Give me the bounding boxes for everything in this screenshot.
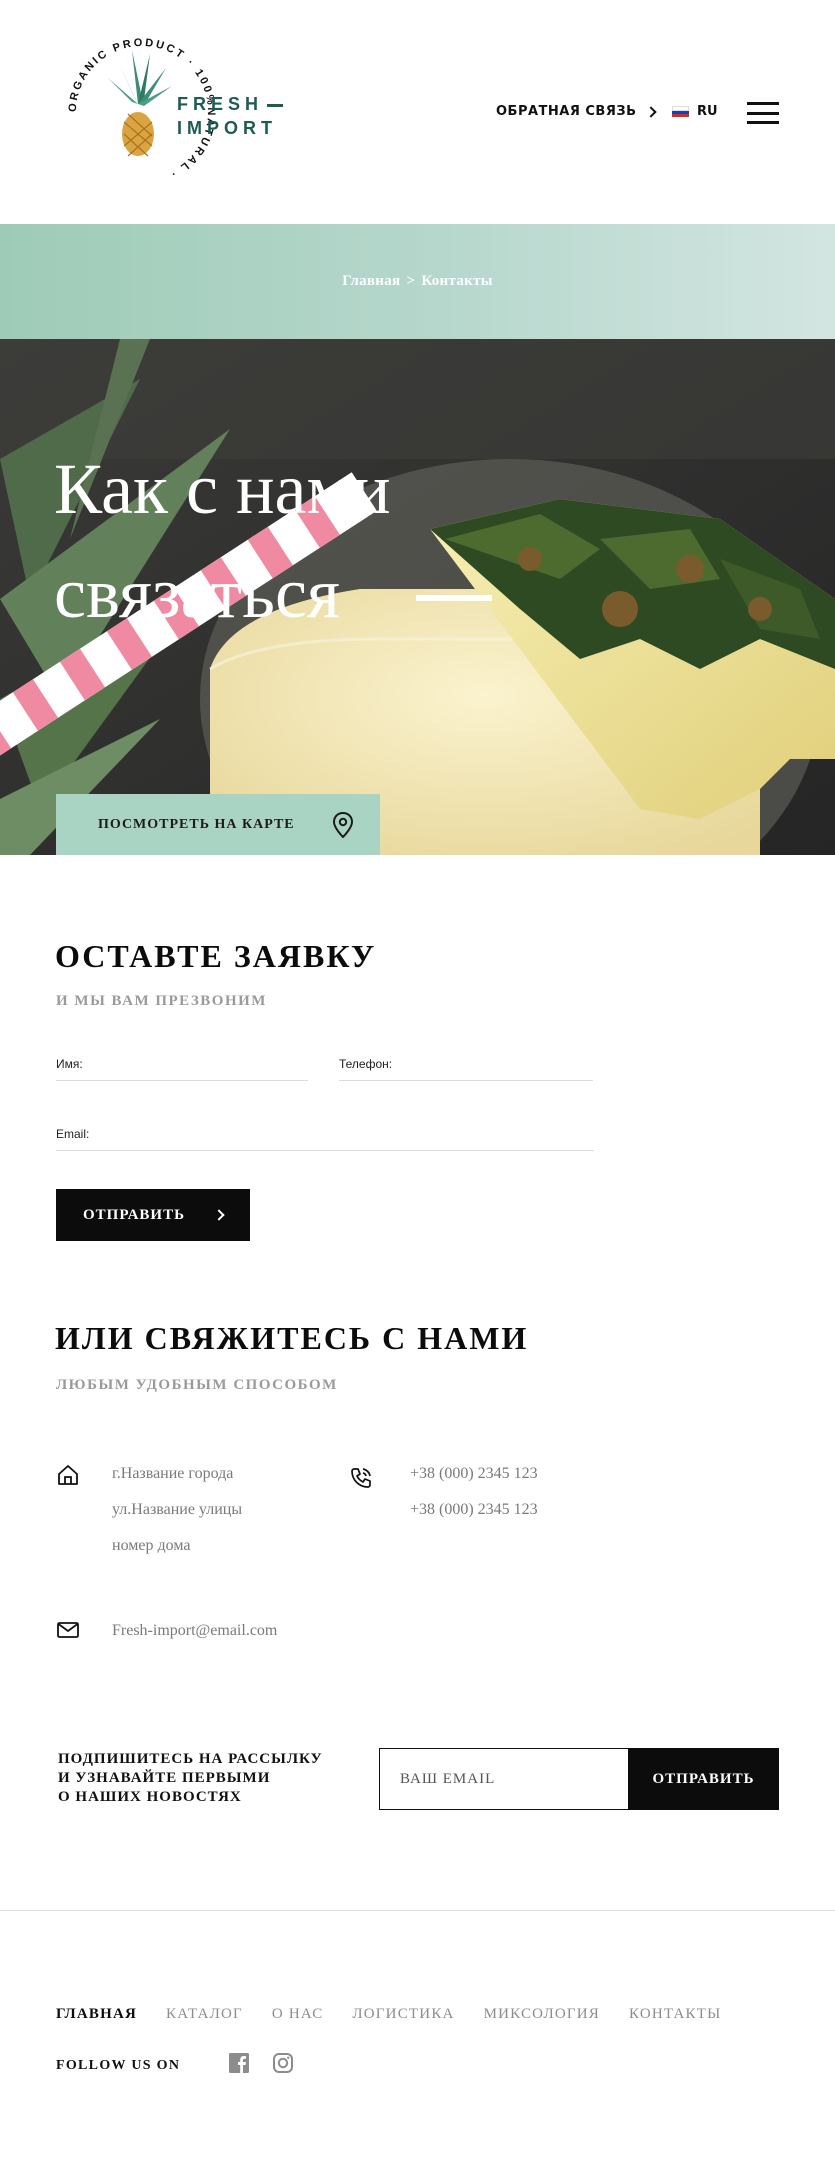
footer-nav-contacts[interactable]: КОНТАКТЫ xyxy=(629,2006,721,2023)
instagram-icon[interactable] xyxy=(272,2052,294,2074)
name-label: Имя: xyxy=(56,1057,83,1071)
form-heading: ОСТАВТЕ ЗАЯВКУ xyxy=(55,938,377,974)
contact-email[interactable]: Fresh-import@email.com xyxy=(112,1613,277,1649)
email-input[interactable] xyxy=(126,1125,594,1149)
subscribe-text: ПОДПИШИТЕСЬ НА РАССЫЛКУ И УЗНАВАЙТЕ ПЕРВ… xyxy=(58,1751,323,1805)
contacts-heading: ИЛИ СВЯЖИТЕСЬ С НАМИ xyxy=(55,1320,529,1356)
language-label: RU xyxy=(697,104,718,119)
phone-number[interactable]: +38 (000) 2345 123 xyxy=(410,1492,538,1528)
russia-flag-icon xyxy=(672,106,689,117)
facebook-icon[interactable] xyxy=(228,2052,250,2074)
chevron-right-icon xyxy=(644,105,657,118)
breadcrumb-home[interactable]: Главная xyxy=(342,273,400,290)
hero-banner: Как с нами связаться ПОСМОТРЕТЬ НА КАРТЕ xyxy=(0,339,835,855)
breadcrumb: Главная > Контакты xyxy=(342,273,493,290)
name-input[interactable] xyxy=(126,1055,308,1079)
language-switcher[interactable]: RU xyxy=(672,104,718,119)
breadcrumb-separator: > xyxy=(406,273,416,289)
footer-nav: ГЛАВНАЯ КАТАЛОГ О НАС ЛОГИСТИКА МИКСОЛОГ… xyxy=(56,2006,721,2023)
phone-field[interactable]: Телефон: xyxy=(339,1055,593,1081)
address-city: г.Название города xyxy=(112,1465,234,1482)
hero-title: Как с нами связаться xyxy=(54,449,391,633)
hero-title-dash xyxy=(416,595,492,601)
subscribe-button[interactable]: ОТПРАВИТЬ xyxy=(628,1748,779,1810)
email-label: Email: xyxy=(56,1127,90,1141)
logo[interactable]: ORGANIC PRODUCT · 100%NATURAL · FRESH IM… xyxy=(52,22,302,202)
footer-nav-mixology[interactable]: МИКСОЛОГИЯ xyxy=(484,2006,600,2023)
logo-wordmark: FRESH IMPORT xyxy=(177,92,284,140)
phone-input[interactable] xyxy=(409,1055,593,1079)
menu-icon[interactable] xyxy=(747,102,779,124)
feedback-link[interactable]: ОБРАТНАЯ СВЯЗЬ xyxy=(496,104,657,119)
subscribe-email-input[interactable] xyxy=(380,1749,629,1809)
view-on-map-label: ПОСМОТРЕТЬ НА КАРТЕ xyxy=(98,816,295,832)
subscribe-email-field[interactable] xyxy=(379,1748,629,1810)
follow-us-label: FOLLOW US ON xyxy=(56,2058,181,2073)
chevron-right-icon xyxy=(213,1209,225,1221)
phone-label: Телефон: xyxy=(339,1057,393,1071)
footer-nav-logistics[interactable]: ЛОГИСТИКА xyxy=(352,2006,454,2023)
footer-nav-home[interactable]: ГЛАВНАЯ xyxy=(56,2006,137,2023)
feedback-label: ОБРАТНАЯ СВЯЗЬ xyxy=(496,104,637,119)
phone-icon xyxy=(351,1468,371,1488)
submit-button[interactable]: ОТПРАВИТЬ xyxy=(56,1189,250,1241)
footer-nav-catalog[interactable]: КАТАЛОГ xyxy=(166,2006,243,2023)
name-field[interactable]: Имя: xyxy=(56,1055,308,1081)
site-header: ORGANIC PRODUCT · 100%NATURAL · FRESH IM… xyxy=(0,0,835,224)
map-pin-icon xyxy=(332,811,354,838)
address-street: ул.Название улицы xyxy=(112,1501,243,1518)
home-icon xyxy=(58,1465,78,1485)
view-on-map-button[interactable]: ПОСМОТРЕТЬ НА КАРТЕ xyxy=(56,794,380,855)
breadcrumb-band: Главная > Контакты xyxy=(0,224,835,339)
mail-icon xyxy=(57,1622,79,1638)
phones: +38 (000) 2345 123 +38 (000) 2345 123 xyxy=(410,1456,538,1528)
footer-nav-about[interactable]: О НАС xyxy=(272,2006,324,2023)
form-subheading: И МЫ ВАМ ПРЕЗВОНИМ xyxy=(56,993,267,1009)
footer-divider xyxy=(0,1910,835,1911)
address: г.Название города ул.Название улицы номе… xyxy=(112,1456,242,1564)
submit-label: ОТПРАВИТЬ xyxy=(82,1206,185,1223)
contacts-subheading: ЛЮБЫМ УДОБНЫМ СПОСОБОМ xyxy=(56,1377,338,1393)
phone-number[interactable]: +38 (000) 2345 123 xyxy=(410,1456,538,1492)
address-house: номер дома xyxy=(112,1537,191,1554)
email-field[interactable]: Email: xyxy=(56,1125,594,1151)
breadcrumb-current: Контакты xyxy=(421,273,493,289)
